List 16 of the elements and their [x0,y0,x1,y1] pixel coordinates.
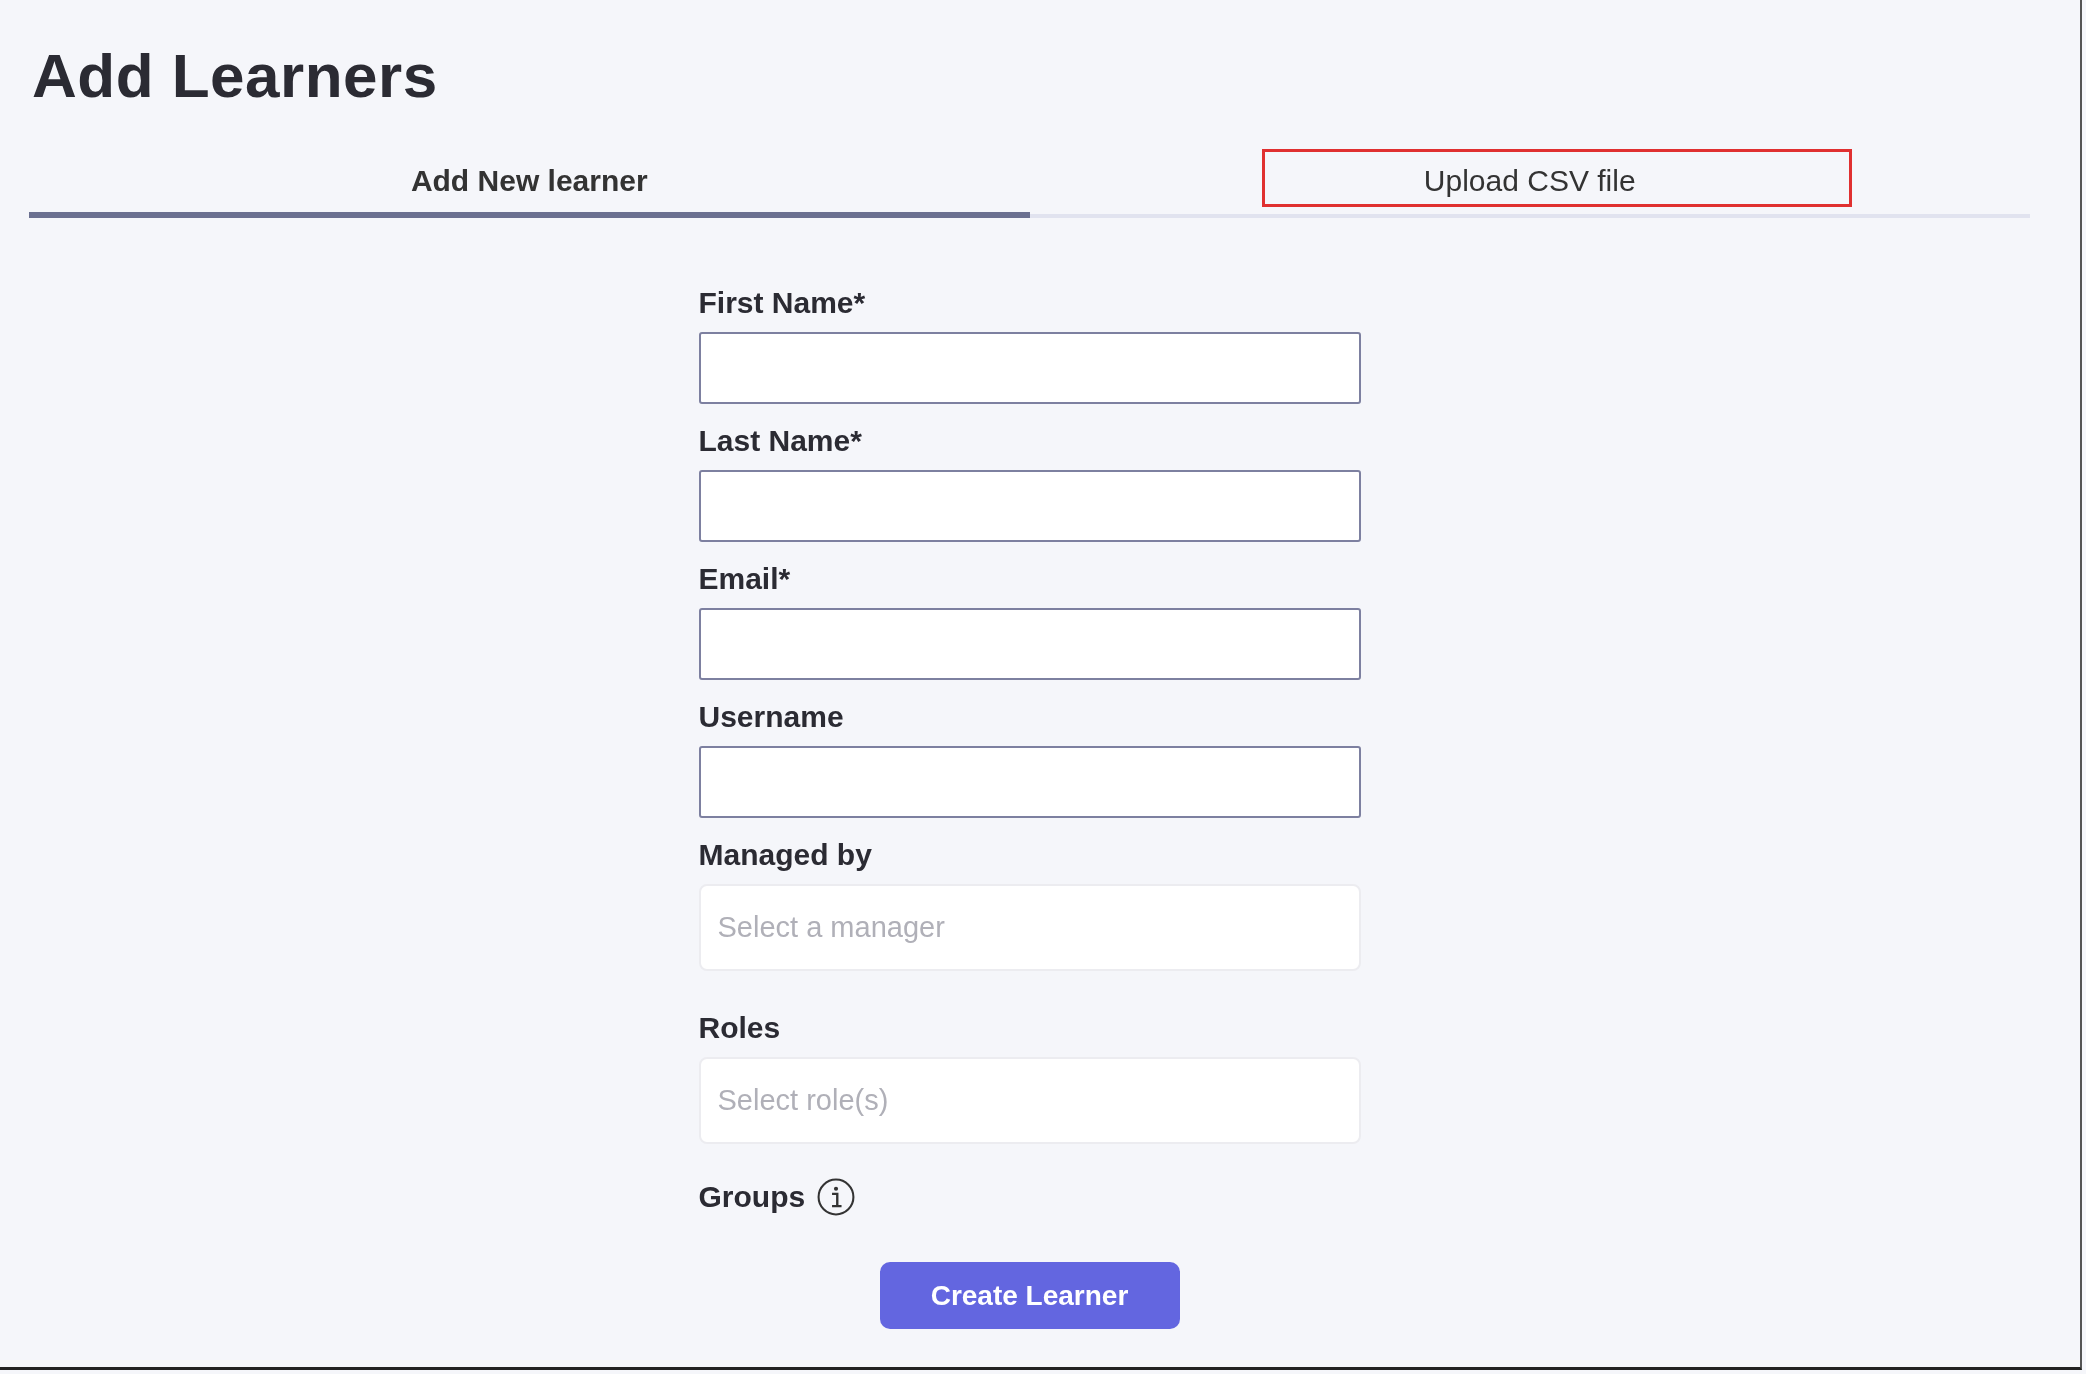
field-label: Last Name* [698,424,863,458]
field-label: Groups [698,1180,806,1214]
field-label: First Name* [698,286,867,320]
input-field[interactable] [698,470,1361,542]
field-label: Email* [698,562,792,596]
info-icon[interactable] [817,1178,856,1216]
field-label: Roles [698,1011,782,1045]
input-field[interactable] [698,608,1361,680]
tab[interactable]: Upload CSV file [1029,152,2030,212]
field-label: Username [698,700,845,734]
input-field[interactable] [698,746,1361,818]
page-title: Add Learners [32,40,439,112]
create-learner-button[interactable]: Create Learner [879,1262,1180,1329]
input-field[interactable] [698,332,1361,404]
tab[interactable]: Add New learner [29,152,1030,218]
field-label: Managed by [698,838,873,872]
